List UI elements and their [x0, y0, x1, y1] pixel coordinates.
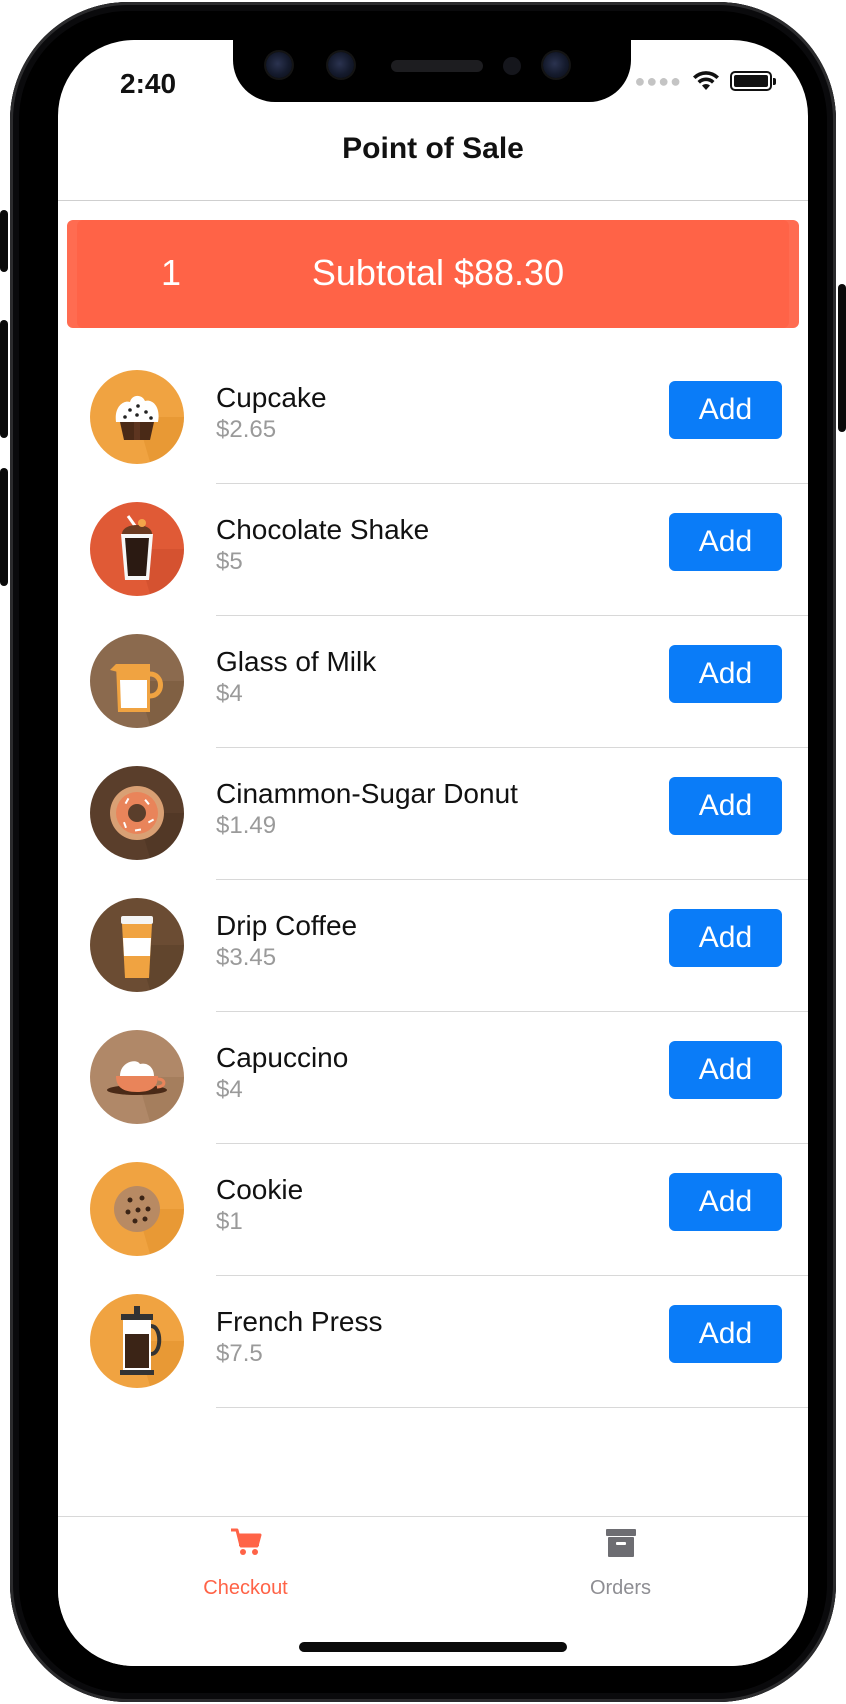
product-price: $7.5	[216, 1340, 263, 1367]
home-indicator[interactable]	[299, 1642, 567, 1652]
product-name: Capuccino	[216, 1042, 349, 1073]
donut-icon	[90, 766, 184, 860]
proximity-sensor	[503, 57, 521, 75]
add-button[interactable]: Add	[669, 645, 782, 703]
cart-icon	[230, 1528, 261, 1555]
phone-frame: 2:40 ●●●● Point of Sale 1 Subtotal $88.3…	[0, 2, 846, 1702]
product-list: Cupcake $2.65 Add Chocolate Shake $5 Add	[58, 352, 808, 1408]
volume-up-button	[0, 320, 8, 438]
tab-checkout[interactable]: Checkout	[58, 1517, 433, 1617]
list-item: Cinammon-Sugar Donut $1.49 Add	[58, 748, 808, 880]
subtotal-bar[interactable]: 1 Subtotal $88.30	[67, 220, 799, 328]
camera-lens-icon	[328, 52, 354, 78]
add-button[interactable]: Add	[669, 1305, 782, 1363]
list-item: French Press $7.5 Add	[58, 1276, 808, 1408]
app-screen: 2:40 ●●●● Point of Sale 1 Subtotal $88.3…	[58, 40, 808, 1666]
camera-lens-icon	[266, 52, 292, 78]
product-price: $3.45	[216, 944, 277, 971]
milk-jug-icon	[90, 634, 184, 728]
subtotal-label: Subtotal $88.30	[311, 252, 565, 293]
power-button	[838, 284, 846, 432]
battery-icon	[730, 71, 776, 91]
product-name: Glass of Milk	[216, 646, 377, 677]
add-button[interactable]: Add	[669, 1173, 782, 1231]
product-name: Cupcake	[216, 382, 327, 413]
list-item: Cupcake $2.65 Add	[58, 352, 808, 484]
add-button[interactable]: Add	[669, 909, 782, 967]
camera-lens-icon	[543, 52, 569, 78]
list-item: Capuccino $4 Add	[58, 1012, 808, 1144]
earpiece-speaker	[391, 60, 483, 72]
product-name: Cinammon-Sugar Donut	[216, 778, 518, 809]
add-button[interactable]: Add	[669, 777, 782, 835]
product-name: French Press	[216, 1306, 383, 1337]
status-time: 2:40	[120, 68, 177, 99]
add-button[interactable]: Add	[669, 381, 782, 439]
camera-notch	[233, 40, 631, 102]
chocolate-shake-icon	[90, 502, 184, 596]
add-button[interactable]: Add	[669, 1041, 782, 1099]
tab-label: Orders	[589, 1577, 652, 1599]
cupcake-icon	[90, 370, 184, 464]
french-press-icon	[90, 1294, 184, 1388]
cookie-icon	[90, 1162, 184, 1256]
list-item: Drip Coffee $3.45 Add	[58, 880, 808, 1012]
cellular-signal-icon: ●●●●	[634, 70, 682, 91]
volume-down-button	[0, 468, 8, 586]
product-price: $2.65	[216, 416, 277, 443]
list-item: Chocolate Shake $5 Add	[58, 484, 808, 616]
list-item: Glass of Milk $4 Add	[58, 616, 808, 748]
nav-divider	[58, 200, 808, 201]
coffee-cup-icon	[90, 898, 184, 992]
product-name: Drip Coffee	[216, 910, 358, 941]
cappuccino-icon	[90, 1030, 184, 1124]
tab-label: Checkout	[203, 1577, 288, 1599]
page-title: Point of Sale	[342, 132, 524, 165]
status-icons: ●●●●	[634, 70, 776, 92]
add-button[interactable]: Add	[669, 513, 782, 571]
row-divider	[216, 1407, 808, 1408]
product-price: $4	[216, 680, 243, 707]
product-price: $1	[216, 1208, 243, 1235]
product-price: $1.49	[216, 812, 277, 839]
product-price: $5	[216, 548, 243, 575]
silent-switch	[0, 210, 8, 272]
wifi-icon	[693, 71, 719, 90]
product-name: Chocolate Shake	[216, 514, 430, 545]
list-item: Cookie $1 Add	[58, 1144, 808, 1276]
tab-orders[interactable]: Orders	[433, 1517, 808, 1617]
product-price: $4	[216, 1076, 243, 1103]
product-name: Cookie	[216, 1174, 304, 1205]
archive-box-icon	[605, 1529, 636, 1557]
